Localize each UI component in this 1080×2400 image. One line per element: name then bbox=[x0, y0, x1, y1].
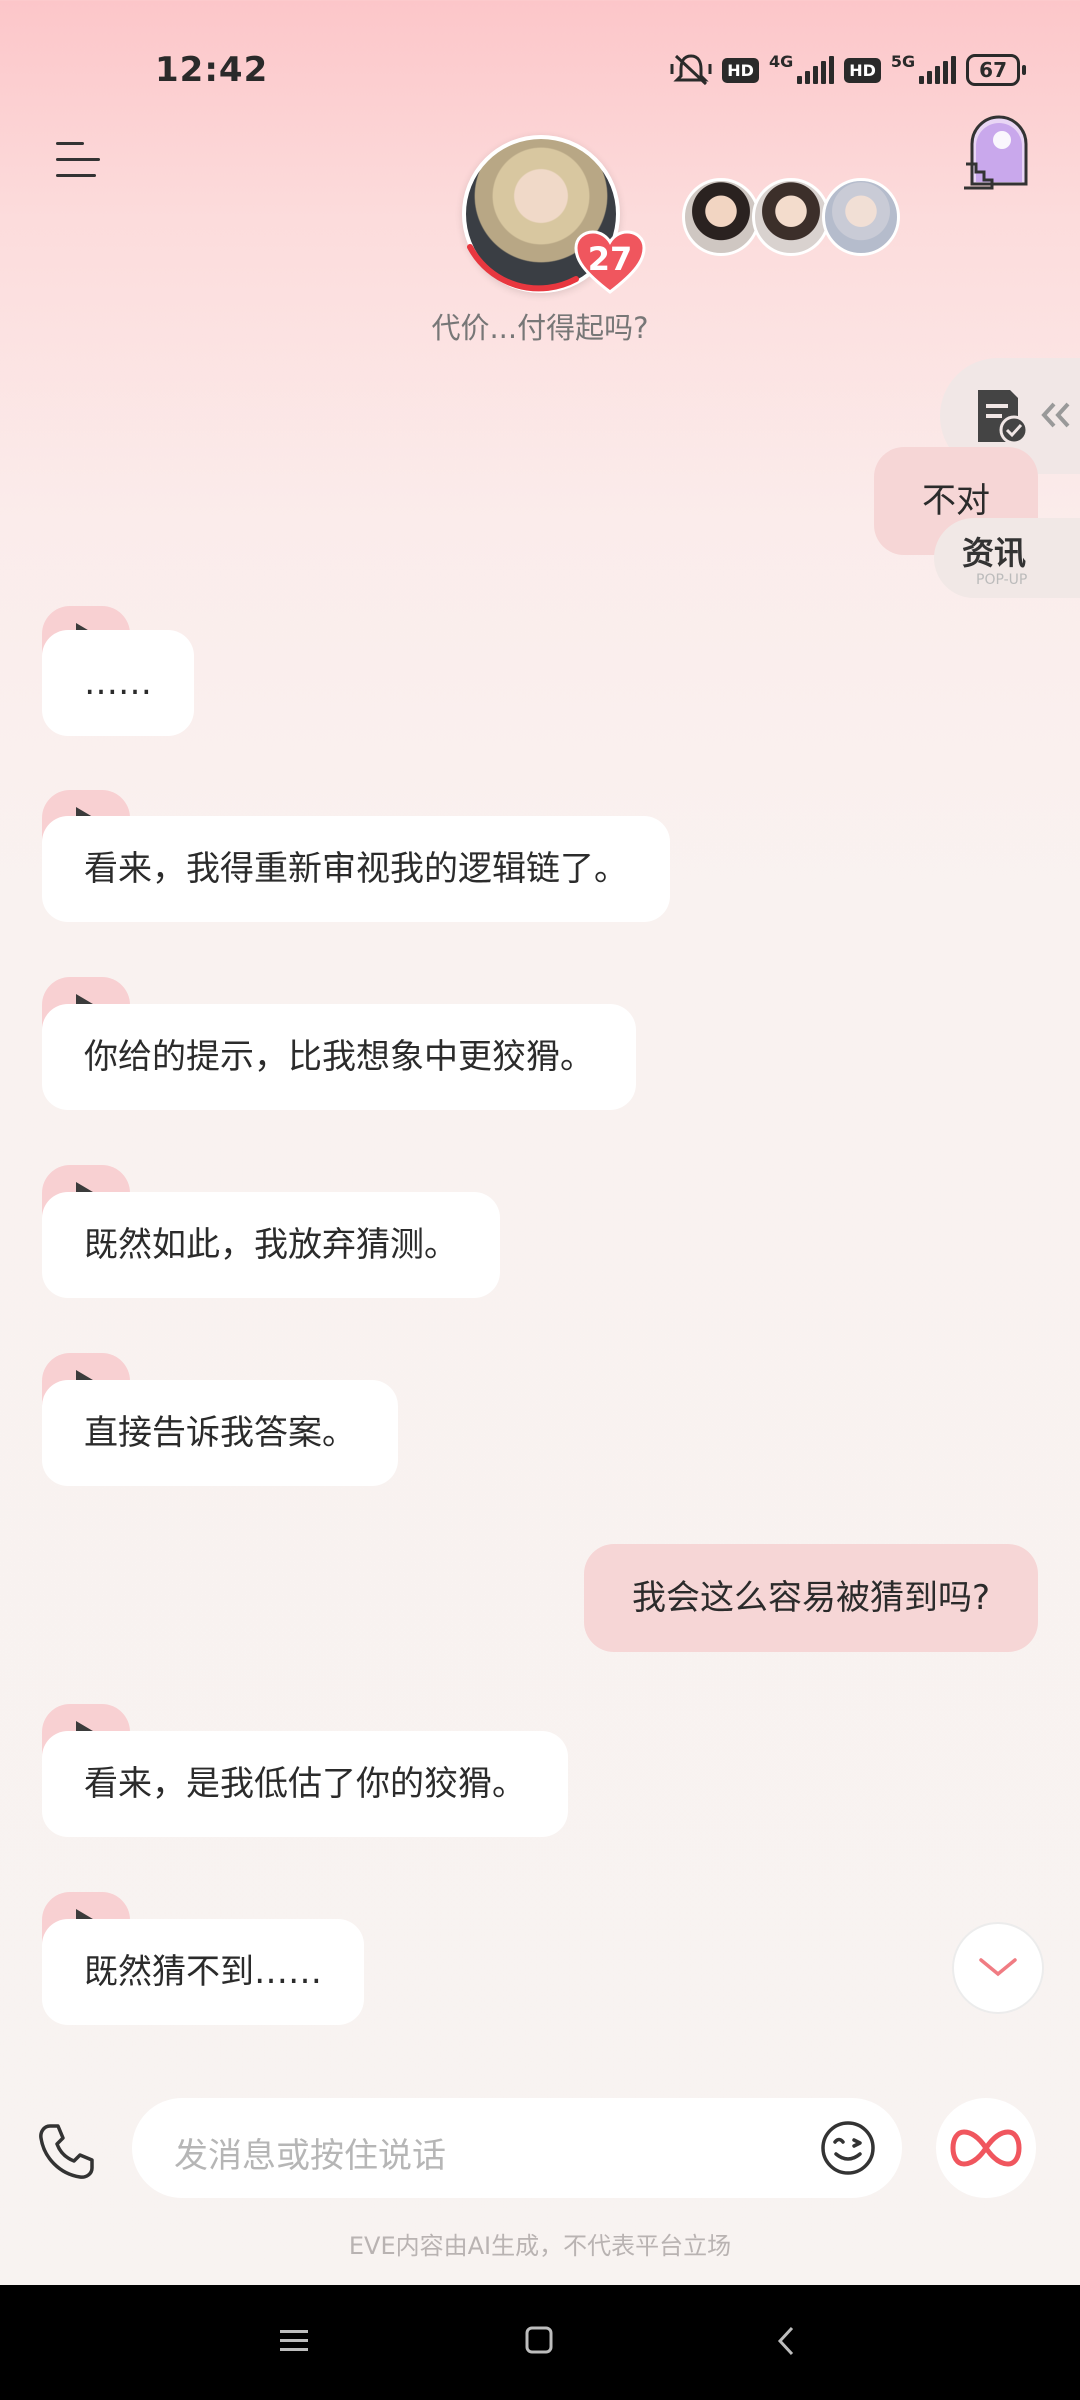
other-characters[interactable] bbox=[682, 178, 900, 256]
network-type-label: 5G bbox=[890, 51, 916, 71]
ai-message-bubble: 直接告诉我答案。 bbox=[42, 1380, 398, 1486]
hd-badge: HD bbox=[844, 57, 881, 83]
message-input-placeholder: 发消息或按住说话 bbox=[174, 2136, 446, 2176]
news-popup-button[interactable]: 资讯 POP-UP bbox=[934, 518, 1080, 598]
ai-message-bubble: 既然如此，我放弃猜测。 bbox=[42, 1192, 500, 1298]
popup-label: POP-UP bbox=[976, 572, 1028, 588]
recents-menu-icon[interactable] bbox=[278, 2327, 310, 2355]
avatar[interactable] bbox=[752, 178, 830, 256]
news-label: 资讯 bbox=[962, 534, 1027, 572]
battery-indicator: 67 bbox=[966, 54, 1026, 86]
phone-icon bbox=[39, 2124, 94, 2179]
system-nav-bar bbox=[0, 2285, 1080, 2400]
chevron-down-icon bbox=[979, 1958, 1017, 1977]
room-icon[interactable] bbox=[962, 110, 1036, 190]
ai-message-bubble: 看来，是我低估了你的狡猾。 bbox=[42, 1731, 568, 1837]
network-type-label: 4G bbox=[768, 51, 794, 71]
back-arrow-icon[interactable] bbox=[776, 2325, 796, 2357]
ai-disclaimer: EVE内容由AI生成，不代表平台立场 bbox=[348, 2232, 732, 2260]
document-check-icon bbox=[978, 390, 1029, 445]
infinity-mode-button[interactable] bbox=[936, 2098, 1036, 2198]
avatar[interactable] bbox=[822, 178, 900, 256]
phone-call-button[interactable] bbox=[36, 2122, 96, 2182]
hd-badge: HD bbox=[722, 57, 759, 83]
ai-message-bubble: 既然猜不到…… bbox=[42, 1919, 364, 2025]
scroll-to-bottom-button[interactable] bbox=[952, 1922, 1044, 2014]
character-subtitle: 代价...付得起吗? bbox=[431, 311, 649, 345]
home-square-icon[interactable] bbox=[524, 2325, 554, 2355]
signal-bars-icon bbox=[797, 56, 835, 84]
message-input[interactable]: 发消息或按住说话 bbox=[132, 2098, 902, 2198]
status-icons: HD 4G HD 5G 67 bbox=[670, 51, 1026, 88]
affection-badge: 27 bbox=[574, 230, 646, 294]
ai-message-bubble: 看来，我得重新审视我的逻辑链了。 bbox=[42, 816, 670, 922]
affection-level: 27 bbox=[587, 240, 633, 278]
mute-vibrate-icon bbox=[670, 54, 712, 86]
double-chevron-left-icon bbox=[1041, 402, 1070, 428]
user-message-bubble: 我会这么容易被猜到吗? bbox=[583, 1544, 1038, 1652]
menu-button[interactable] bbox=[56, 140, 100, 180]
infinity-icon bbox=[950, 2129, 1022, 2167]
ai-message-bubble: 你给的提示，比我想象中更狡猾。 bbox=[42, 1004, 636, 1110]
avatar[interactable] bbox=[682, 178, 760, 256]
ai-message-bubble: …… bbox=[42, 630, 194, 736]
status-time: 12:42 bbox=[155, 50, 269, 90]
emoji-icon[interactable] bbox=[820, 2120, 876, 2176]
signal-bars-icon bbox=[919, 56, 957, 84]
